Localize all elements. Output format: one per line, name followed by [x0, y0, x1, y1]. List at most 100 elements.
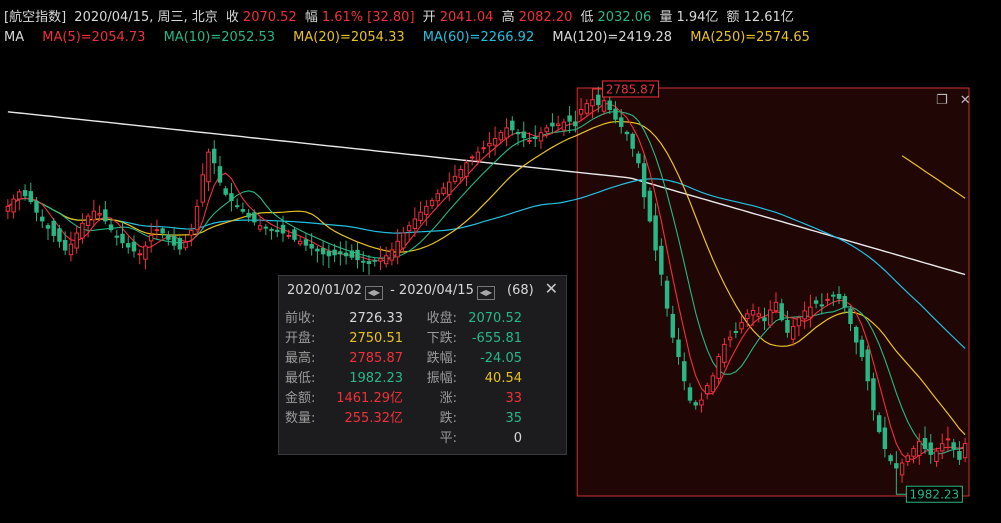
candle-body[interactable] — [217, 166, 223, 183]
candle-body[interactable] — [481, 147, 486, 150]
candle-body[interactable] — [160, 228, 165, 234]
candle-body[interactable] — [85, 215, 91, 226]
candle-body[interactable] — [865, 349, 870, 382]
candle-body[interactable] — [641, 163, 647, 198]
candle-body[interactable] — [848, 308, 853, 325]
candle-body[interactable] — [745, 313, 750, 320]
start-date[interactable]: 2020/01/02 — [287, 283, 362, 298]
candle-body[interactable] — [561, 121, 567, 131]
candle-body[interactable] — [194, 205, 200, 230]
candle-body[interactable] — [257, 225, 263, 230]
popup-close-icon[interactable]: ✕ — [545, 279, 558, 298]
candle-body[interactable] — [722, 343, 727, 363]
candle-body[interactable] — [779, 303, 784, 321]
candle-body[interactable] — [148, 234, 154, 242]
candle-body[interactable] — [475, 151, 481, 161]
candle-body[interactable] — [22, 190, 28, 197]
candle-body[interactable] — [406, 225, 412, 232]
candle-body[interactable] — [97, 213, 102, 216]
candle-body[interactable] — [332, 249, 337, 256]
candle-body[interactable] — [808, 306, 813, 318]
candle-body[interactable] — [424, 205, 429, 215]
candle-body[interactable] — [487, 142, 492, 147]
candle-body[interactable] — [630, 133, 635, 149]
candle-body[interactable] — [555, 123, 561, 127]
candle-body[interactable] — [40, 216, 45, 222]
candle-body[interactable] — [739, 322, 744, 330]
candle-body[interactable] — [5, 205, 11, 212]
candle-body[interactable] — [435, 193, 440, 202]
candle-body[interactable] — [166, 234, 171, 240]
candle-body[interactable] — [928, 442, 933, 455]
candle-body[interactable] — [876, 415, 882, 433]
candle-body[interactable] — [796, 317, 802, 327]
candle-body[interactable] — [378, 258, 383, 262]
candle-body[interactable] — [349, 250, 355, 258]
candle-body[interactable] — [223, 188, 228, 195]
candle-body[interactable] — [567, 115, 572, 122]
candle-body[interactable] — [492, 138, 498, 146]
candle-body[interactable] — [687, 387, 693, 401]
candle-body[interactable] — [653, 215, 658, 251]
candle-body[interactable] — [888, 455, 893, 462]
candle-body[interactable] — [682, 361, 687, 382]
candle-body[interactable] — [951, 442, 956, 450]
candle-body[interactable] — [11, 198, 16, 213]
candle-body[interactable] — [137, 253, 142, 256]
candle-body[interactable] — [882, 427, 888, 450]
candle-body[interactable] — [315, 248, 320, 252]
candle-body[interactable] — [836, 293, 842, 299]
candle-body[interactable] — [504, 127, 509, 139]
candle-body[interactable] — [790, 325, 796, 340]
candle-body[interactable] — [320, 248, 326, 255]
candle-body[interactable] — [750, 310, 756, 316]
candle-body[interactable] — [108, 224, 114, 231]
candle-body[interactable] — [802, 310, 807, 320]
candle-body[interactable] — [183, 241, 188, 249]
candle-body[interactable] — [647, 190, 653, 222]
candle-body[interactable] — [939, 443, 945, 452]
candle-body[interactable] — [292, 229, 297, 240]
candle-body[interactable] — [871, 378, 876, 411]
candle-body[interactable] — [670, 313, 676, 338]
candle-body[interactable] — [412, 218, 418, 230]
candle-body[interactable] — [389, 249, 395, 261]
candle-body[interactable] — [401, 232, 406, 249]
candle-body[interactable] — [831, 294, 836, 297]
candle-body[interactable] — [447, 181, 452, 195]
close-icon[interactable]: ✕ — [960, 93, 971, 108]
candle-body[interactable] — [659, 245, 664, 275]
selection-range[interactable] — [576, 87, 970, 497]
candle-body[interactable] — [922, 437, 928, 450]
candle-body[interactable] — [756, 313, 761, 317]
candle-body[interactable] — [825, 298, 830, 301]
candle-body[interactable] — [773, 301, 779, 312]
candle-body[interactable] — [297, 240, 303, 245]
candle-body[interactable] — [103, 209, 108, 222]
candle-body[interactable] — [51, 220, 56, 236]
candle-body[interactable] — [126, 243, 131, 248]
restore-icon[interactable]: ❐ — [936, 93, 948, 108]
candle-body[interactable] — [189, 230, 194, 236]
candle-body[interactable] — [212, 148, 217, 164]
candle-body[interactable] — [550, 122, 555, 127]
candle-body[interactable] — [584, 103, 590, 114]
candle-body[interactable] — [171, 236, 177, 246]
candle-body[interactable] — [80, 222, 85, 239]
candle-body[interactable] — [945, 438, 951, 441]
candle-body[interactable] — [917, 440, 922, 456]
candle-body[interactable] — [710, 375, 716, 393]
candle-body[interactable] — [246, 212, 251, 218]
candle-body[interactable] — [636, 153, 641, 164]
candle-body[interactable] — [544, 127, 549, 133]
candle-body[interactable] — [366, 261, 372, 265]
candle-body[interactable] — [578, 108, 584, 115]
candle-body[interactable] — [498, 132, 504, 141]
candle-body[interactable] — [355, 249, 360, 261]
candle-body[interactable] — [280, 224, 286, 234]
candle-body[interactable] — [131, 241, 137, 252]
candle-body[interactable] — [533, 136, 538, 140]
candle-body[interactable] — [17, 191, 22, 200]
candle-body[interactable] — [613, 108, 618, 120]
candle-body[interactable] — [114, 235, 119, 238]
